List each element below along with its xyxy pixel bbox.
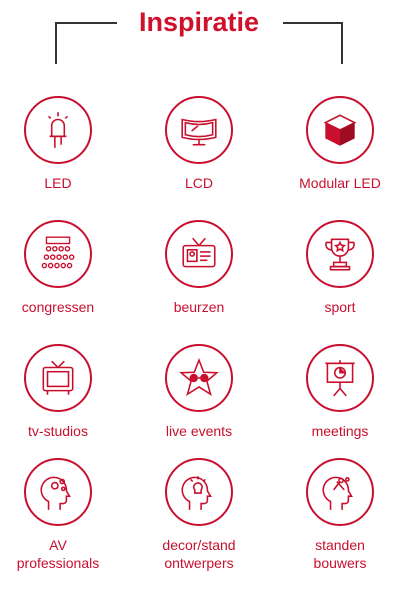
item-label: sport [324, 299, 356, 315]
item-live-events[interactable]: live events [136, 344, 262, 440]
item-label: LED [44, 175, 72, 191]
star-glasses-icon [165, 344, 233, 412]
item-congressen[interactable]: congressen [0, 220, 121, 316]
audience-icon [24, 220, 92, 288]
item-label: AV professionals [16, 537, 100, 571]
item-label: Modular LED [299, 175, 381, 191]
head-gears-icon [24, 458, 92, 526]
item-meetings[interactable]: meetings [277, 344, 398, 440]
curved-screen-icon [165, 96, 233, 164]
head-tools-icon [306, 458, 374, 526]
led-bulb-icon [24, 96, 92, 164]
item-standen-bouwers[interactable]: standen bouwers [277, 458, 398, 572]
item-label: beurzen [173, 299, 225, 315]
tv-icon [24, 344, 92, 412]
item-label: standen bouwers [313, 537, 367, 571]
item-decor-stand-ontwerpers[interactable]: decor/stand ontwerpers [136, 458, 262, 572]
item-led[interactable]: LED [0, 96, 121, 192]
item-label: tv-studios [28, 423, 88, 439]
item-label: live events [165, 423, 233, 439]
item-label: congressen [21, 299, 95, 315]
item-label: meetings [311, 423, 369, 439]
id-badge-icon [165, 220, 233, 288]
presentation-board-icon [306, 344, 374, 412]
head-idea-icon [165, 458, 233, 526]
item-modular-led[interactable]: Modular LED [277, 96, 398, 192]
item-lcd[interactable]: LCD [136, 96, 262, 192]
item-label: LCD [184, 175, 213, 191]
item-label: decor/stand ontwerpers [162, 537, 236, 571]
item-sport[interactable]: sport [277, 220, 398, 316]
item-tv-studios[interactable]: tv-studios [0, 344, 121, 440]
cube-icon [306, 96, 374, 164]
page-title: Inspiratie [138, 7, 260, 37]
trophy-icon [306, 220, 374, 288]
item-av-professionals[interactable]: AV professionals [0, 458, 121, 572]
item-beurzen[interactable]: beurzen [136, 220, 262, 316]
